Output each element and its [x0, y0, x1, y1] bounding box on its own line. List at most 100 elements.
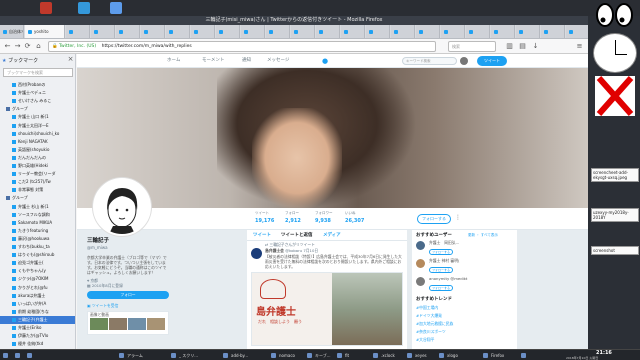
taskbar-item[interactable]: nomaco	[270, 351, 306, 360]
tweet-time[interactable]: 7月10日	[303, 248, 318, 253]
trend-item[interactable]: #中国工場内	[416, 305, 438, 311]
bookmark-folder[interactable]: グループ	[0, 194, 75, 202]
taskbar-item[interactable]: fit	[336, 351, 372, 360]
bookmark-item[interactable]: 非常事態 対策	[0, 186, 75, 194]
firefox-search-input[interactable]: 検索	[448, 41, 496, 52]
browser-tab[interactable]: yoshito	[25, 25, 65, 38]
home-icon[interactable]: ⌂	[34, 42, 43, 51]
tweet-button[interactable]: ツイート	[477, 56, 507, 66]
browser-tab[interactable]: 自治体:CPU	[0, 25, 24, 38]
desktop-app-icon[interactable]	[40, 2, 52, 14]
more-icon[interactable]: ⋮	[455, 214, 461, 221]
browser-tab[interactable]	[516, 25, 540, 38]
browser-tab[interactable]	[191, 25, 215, 38]
bookmark-item[interactable]: 迫兎ゴ弁護士(	[0, 259, 75, 267]
suggested-user-name[interactable]: anonymity @medikt	[429, 276, 467, 281]
bookmark-item[interactable]: 弁護士太田洋一E	[0, 122, 75, 130]
photo-thumbnail[interactable]	[147, 318, 165, 330]
bookmark-item[interactable]: 伊藤たか(@TVlo	[0, 332, 75, 340]
trend-item[interactable]: #大谷翔平	[416, 337, 434, 343]
nav-moments[interactable]: モーメント	[202, 54, 224, 68]
tweet-author[interactable]: 島弁護士会	[265, 248, 284, 253]
bookmark-item[interactable]: たきうfeaturing	[0, 227, 75, 235]
reload-icon[interactable]: ⟳	[23, 42, 32, 51]
bookmark-search-input[interactable]: ブックマークを検索	[3, 68, 73, 77]
twitter-bird-icon[interactable]: ●	[322, 54, 328, 68]
bookmark-item[interactable]: くもやちゃん(y	[0, 267, 75, 275]
bookmark-item[interactable]: Kenji NAGATAK	[0, 138, 75, 146]
suggested-user-name[interactable]: 弁護士 神村 審明(	[429, 258, 459, 263]
tab-media[interactable]: メディア	[323, 232, 341, 238]
bookmark-item[interactable]: 弁護士ペデュニ	[0, 89, 75, 97]
browser-tab[interactable]	[91, 25, 115, 38]
bookmark-item[interactable]: 弁護士 山口 新(1	[0, 113, 75, 121]
profile-avatar[interactable]	[93, 178, 151, 236]
suggested-user[interactable]: 弁護士 神村 審明( フォローする	[416, 258, 513, 274]
bookmark-item[interactable]: かりがとれ(@fu	[0, 284, 75, 292]
taskbar-item[interactable]: Firefox	[482, 351, 518, 360]
download-icon[interactable]: ↓	[531, 42, 540, 51]
tab-tweets-replies[interactable]: ツイートと返信	[281, 232, 313, 238]
follow-button[interactable]: フォローする	[417, 214, 451, 224]
bookmark-folder[interactable]: グループ	[0, 105, 75, 113]
desktop-file-label[interactable]: uzexyy-my2018y-2018Y	[591, 208, 639, 222]
suggested-user[interactable]: anonymity @medikt フォローする	[416, 276, 513, 292]
bookmark-item[interactable]: 弁護士(Eriko	[0, 324, 75, 332]
stat-likes[interactable]: いいね 26,307	[345, 211, 370, 224]
bookmark-item[interactable]: すわち(bukku_ta	[0, 243, 75, 251]
bookmark-item[interactable]: Sakamoto MIKUA	[0, 219, 75, 227]
back-icon[interactable]: ←	[3, 42, 12, 51]
sidebar-icon[interactable]: ▤	[518, 42, 527, 51]
bookmark-item[interactable]: 野口英雄(Hideki	[0, 162, 75, 170]
taskbar-item[interactable]: .xclock	[372, 351, 408, 360]
forward-icon[interactable]: →	[13, 42, 22, 51]
browser-tab[interactable]	[316, 25, 340, 38]
bookmark-item[interactable]: 前期 幼稚園(ちな	[0, 308, 75, 316]
profile-follow-button[interactable]: フォロー	[87, 291, 169, 299]
bookmark-item[interactable]: だんだんだんの	[0, 154, 75, 162]
who-to-follow-refresh[interactable]: 更新 ・ すべて表示	[468, 233, 498, 238]
photo-thumbnail[interactable]	[90, 318, 108, 330]
clock-time[interactable]: 21:16	[596, 350, 612, 356]
stat-tweets[interactable]: ツイート 19,176	[255, 211, 280, 224]
photos-box[interactable]: 画像と動画	[87, 311, 169, 335]
nav-notifications[interactable]: 通知	[242, 54, 251, 68]
bookmark-item[interactable]: 西村(Probanの	[0, 81, 75, 89]
browser-tab[interactable]	[466, 25, 490, 38]
browser-tab[interactable]	[491, 25, 515, 38]
avatar[interactable]	[416, 259, 425, 268]
taskbar-item[interactable]: xlogo	[438, 351, 474, 360]
twitter-search-input[interactable]: キーワード検索	[402, 57, 457, 65]
trend-item[interactable]: #加大地元救援に民族	[416, 321, 453, 327]
taskbar-item[interactable]	[520, 351, 556, 360]
stat-following[interactable]: フォロー 2,912	[285, 211, 310, 224]
browser-tab[interactable]	[416, 25, 440, 38]
bookmark-item[interactable]: 三輪記子(弁護士	[0, 315, 75, 324]
browser-tab[interactable]	[391, 25, 415, 38]
taskbar-item[interactable]	[2, 351, 12, 360]
browser-tab[interactable]	[541, 25, 565, 38]
browser-tab[interactable]	[216, 25, 240, 38]
bookmark-item[interactable]: akuraは弁護士	[0, 292, 75, 300]
bookmark-item[interactable]: 藤沢(@hookuwa	[0, 235, 75, 243]
close-icon[interactable]: ×	[66, 55, 75, 64]
taskbar-item[interactable]: xeyes	[406, 351, 442, 360]
profile-handle[interactable]: @m_miwa	[87, 245, 237, 250]
bookmark-item[interactable]: ジクラ(@7OKIM	[0, 275, 75, 283]
trend-item[interactable]: #奈良川スポーツ	[416, 329, 446, 335]
taskbar-item[interactable]	[26, 351, 36, 360]
bookmark-item[interactable]: 弁護士 杉山 新(1	[0, 203, 75, 211]
browser-tab[interactable]	[266, 25, 290, 38]
follow-button[interactable]: フォローする	[429, 249, 453, 255]
bookmark-item[interactable]: せいけさん みるこ	[0, 97, 75, 105]
taskbar-item[interactable]: アラーム	[118, 351, 154, 360]
browser-tab[interactable]	[116, 25, 140, 38]
avatar[interactable]	[460, 57, 468, 65]
taskbar-item[interactable]	[14, 351, 24, 360]
stat-followers[interactable]: フォロワー 9,938	[315, 211, 340, 224]
bookmark-item[interactable]: 榎井 佳純(tkd	[0, 340, 75, 348]
tweet-handle[interactable]: @kobaru	[285, 248, 302, 253]
browser-tab[interactable]	[291, 25, 315, 38]
bookmark-item[interactable]: こだ2 (tc257)/Tw	[0, 178, 75, 186]
browser-tab[interactable]	[366, 25, 390, 38]
